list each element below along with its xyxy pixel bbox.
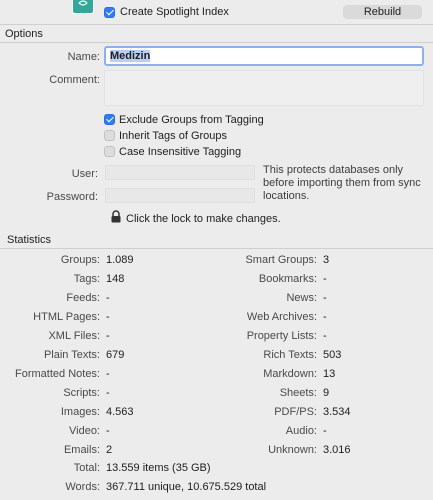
stat-value: - (106, 330, 110, 342)
comment-field[interactable] (104, 70, 424, 106)
rebuild-button[interactable]: Rebuild (343, 5, 422, 19)
stat-label: Images: (60, 406, 100, 418)
exclude-groups-label: Exclude Groups from Tagging (119, 114, 264, 126)
stat-label: XML Files: (48, 330, 100, 342)
options-title: Options (5, 28, 43, 40)
stat-value: - (106, 425, 110, 437)
name-value: Medizin (110, 50, 151, 62)
stat-value: - (323, 425, 327, 437)
stat-label: News: (286, 292, 317, 304)
password-field[interactable] (105, 188, 255, 203)
stat-value: 2 (106, 444, 113, 456)
stat-value: 13 (323, 368, 336, 380)
stat-label: Sheets: (279, 387, 317, 399)
divider-top (0, 24, 433, 25)
divider-options (0, 42, 433, 43)
words-value: 367.711 unique, 10.675.529 total (106, 481, 267, 493)
spotlight-checkbox[interactable] (104, 7, 115, 18)
stat-label: Property Lists: (246, 330, 317, 342)
stat-value: - (106, 311, 110, 323)
inherit-tags-label: Inherit Tags of Groups (119, 130, 228, 142)
stat-label: Markdown: (263, 368, 317, 380)
stat-value: 3 (323, 254, 330, 266)
divider-statistics (0, 248, 433, 249)
stat-value: - (323, 273, 327, 285)
stat-value: 1.089 (106, 254, 134, 266)
stat-label: Plain Texts: (43, 349, 100, 361)
comment-label: Comment: (49, 74, 100, 86)
stat-value: 3.534 (323, 406, 351, 418)
lock-text: Click the lock to make changes. (126, 213, 281, 225)
stat-value: - (323, 311, 327, 323)
stat-label: Tags: (73, 273, 100, 285)
stat-value: - (323, 292, 327, 304)
sync-note: This protects databases only before impo… (263, 164, 421, 202)
stat-label: Formatted Notes: (15, 368, 100, 380)
stat-value: 4.563 (106, 406, 134, 418)
lock-icon[interactable] (110, 210, 122, 226)
stat-value: 3.016 (323, 444, 351, 456)
user-label: User: (71, 168, 98, 180)
stat-label: Rich Texts: (263, 349, 317, 361)
stat-label: Unknown: (268, 444, 317, 456)
stat-value: - (106, 292, 110, 304)
stat-value: - (106, 368, 110, 380)
total-value: 13.559 items (35 GB) (106, 462, 211, 474)
stat-label: Video: (69, 425, 100, 437)
stat-label: Audio: (285, 425, 317, 437)
password-label: Password: (46, 191, 98, 203)
stat-label: Feeds: (66, 292, 100, 304)
stat-value: - (323, 330, 327, 342)
stat-label: Scripts: (63, 387, 100, 399)
stat-label: Smart Groups: (245, 254, 317, 266)
case-insensitive-label: Case Insensitive Tagging (119, 146, 242, 158)
user-field[interactable] (105, 165, 255, 180)
exclude-groups-checkbox[interactable] (104, 114, 115, 125)
name-label: Name: (67, 51, 100, 63)
stat-label: Web Archives: (246, 311, 317, 323)
inherit-tags-checkbox[interactable] (104, 130, 115, 141)
stat-label: HTML Pages: (33, 311, 100, 323)
stat-label: PDF/PS: (274, 406, 317, 418)
stat-value: 9 (323, 387, 330, 399)
name-field[interactable]: Medizin (104, 46, 424, 66)
rebuild-label: Rebuild (363, 6, 402, 18)
stat-value: 148 (106, 273, 125, 285)
case-insensitive-checkbox[interactable] (104, 146, 115, 157)
stat-label: Groups: (60, 254, 100, 266)
stat-label: Bookmarks: (258, 273, 317, 285)
stat-label: Emails: (63, 444, 100, 456)
database-icon (72, 0, 94, 14)
stat-value: - (106, 387, 110, 399)
spotlight-label: Create Spotlight Index (120, 6, 229, 18)
stat-value: 503 (323, 349, 342, 361)
total-label: Total: (73, 462, 100, 474)
words-label: Words: (65, 481, 100, 493)
stat-value: 679 (106, 349, 125, 361)
statistics-title: Statistics (7, 234, 52, 246)
